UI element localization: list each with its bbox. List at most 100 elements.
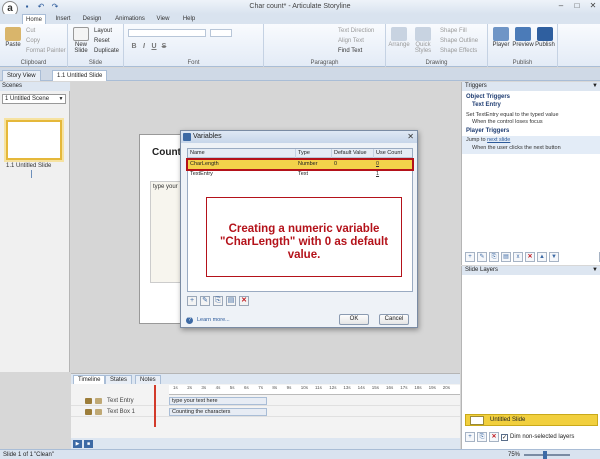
font-group-label: Font xyxy=(187,60,200,66)
player-triggers-heading: Player Triggers xyxy=(466,128,510,134)
trigger-target-link[interactable]: next slide xyxy=(487,137,510,143)
delete-layer-icon[interactable]: ✕ xyxy=(489,432,499,442)
trigger-condition: When the control loses focus xyxy=(472,119,543,125)
slide-thumbnail[interactable] xyxy=(6,120,62,160)
copy-button[interactable]: Copy xyxy=(26,38,40,44)
reset-button[interactable]: Reset xyxy=(94,38,110,44)
scene-select[interactable]: 1 Untitled Scene ▼ xyxy=(2,94,66,104)
tab-help[interactable]: Help xyxy=(180,14,198,24)
paste-trigger-icon[interactable]: ▤ xyxy=(501,252,511,262)
publish-button[interactable]: Publish xyxy=(534,27,556,48)
lock-icon[interactable] xyxy=(95,409,102,415)
ok-button[interactable]: OK xyxy=(339,314,369,325)
delete-variable-icon[interactable]: ✕ xyxy=(239,296,249,306)
maximize-button[interactable]: □ xyxy=(572,1,582,11)
text-direction-button[interactable]: Text Direction xyxy=(338,28,374,34)
font-group: B I U S Font xyxy=(124,24,264,67)
eye-icon[interactable] xyxy=(85,409,92,415)
timeline-ruler[interactable]: 1s 2s 3s 4s 5s 6s 7s 8s 9s 10s 11s 12s 13s 14s 15s 16s 1… xyxy=(169,385,460,395)
trigger-item[interactable]: Jump to next slide xyxy=(466,137,510,143)
column-use-count[interactable]: Use Count xyxy=(374,149,412,158)
tab-insert[interactable]: Insert xyxy=(52,14,74,24)
panel-menu-icon[interactable]: ▼ xyxy=(592,266,598,275)
strikethrough-button[interactable]: S xyxy=(160,43,168,51)
tab-states[interactable]: States xyxy=(105,375,133,384)
edit-variable-icon[interactable]: ✎ xyxy=(200,296,210,306)
column-type[interactable]: Type xyxy=(296,149,332,158)
move-down-icon[interactable]: ▼ xyxy=(549,252,559,262)
paste-button[interactable]: Paste xyxy=(2,27,24,48)
player-button[interactable]: Player xyxy=(490,27,512,48)
edit-trigger-icon[interactable]: ✎ xyxy=(477,252,487,262)
underline-button[interactable]: U xyxy=(150,43,158,51)
base-layer-label: Untitled Slide xyxy=(490,417,526,423)
table-row[interactable]: TextEntry Text 1 xyxy=(188,170,412,179)
preview-button[interactable]: Preview xyxy=(512,27,534,48)
tab-untitled-slide[interactable]: 1.1 Untitled Slide xyxy=(52,70,108,81)
timeline-row[interactable]: Text Box 1 Counting the characters xyxy=(71,407,460,417)
cancel-button[interactable]: Cancel xyxy=(379,314,409,325)
find-text-button[interactable]: Find Text xyxy=(338,48,362,54)
stop-icon[interactable]: ■ xyxy=(84,440,93,448)
table-row[interactable]: CharLength Number 0 0 xyxy=(186,158,414,171)
copy-variable-icon[interactable]: ⎘ xyxy=(213,296,223,306)
duplicate-layer-icon[interactable]: ⎘ xyxy=(477,432,487,442)
paste-variable-icon[interactable]: ▤ xyxy=(226,296,236,306)
column-default-value[interactable]: Default Value xyxy=(332,149,374,158)
font-size-select[interactable] xyxy=(210,29,232,37)
tab-view[interactable]: View xyxy=(154,14,172,24)
italic-button[interactable]: I xyxy=(140,43,148,51)
new-layer-icon[interactable]: + xyxy=(465,432,475,442)
timeline-panel: Timeline States Notes 1s 2s 3s 4s 5s 6s 7s 8s 9s… xyxy=(71,373,460,450)
timeline-tick: 14s xyxy=(357,385,365,390)
layout-button[interactable]: Layout xyxy=(94,28,112,34)
tab-story-view[interactable]: Story View xyxy=(2,70,41,81)
play-icon[interactable]: ▶ xyxy=(73,440,82,448)
timeline-bar[interactable]: type your text here xyxy=(169,397,267,405)
tab-animations[interactable]: Animations xyxy=(112,14,148,24)
tab-home[interactable]: Home xyxy=(22,14,46,24)
timeline-playhead[interactable] xyxy=(154,385,156,427)
tab-design[interactable]: Design xyxy=(80,14,104,24)
dim-layers-checkbox[interactable]: ✓ xyxy=(501,433,508,441)
tab-timeline[interactable]: Timeline xyxy=(73,375,106,384)
new-trigger-icon[interactable]: + xyxy=(465,252,475,262)
copy-trigger-icon[interactable]: ⎘ xyxy=(489,252,499,262)
variable-use-count[interactable]: 0 xyxy=(374,160,379,169)
align-text-button[interactable]: Align Text xyxy=(338,38,364,44)
tab-notes[interactable]: Notes xyxy=(135,375,161,384)
shape-fill-button[interactable]: Shape Fill xyxy=(440,28,467,34)
new-slide-button[interactable]: New Slide xyxy=(70,27,92,54)
format-painter-button[interactable]: Format Painter xyxy=(26,48,66,54)
shape-effects-button[interactable]: Shape Effects xyxy=(440,48,477,54)
quick-styles-button[interactable]: Quick Styles xyxy=(412,27,434,54)
delete-trigger-icon[interactable]: ✕ xyxy=(525,252,535,262)
zoom-slider-thumb[interactable] xyxy=(543,451,547,459)
variables-icon xyxy=(183,133,191,141)
close-icon[interactable]: ✕ xyxy=(407,131,414,143)
lock-icon[interactable] xyxy=(95,398,102,404)
base-layer[interactable]: Untitled Slide xyxy=(465,414,598,426)
variable-use-count[interactable]: 1 xyxy=(374,170,379,179)
minimize-button[interactable]: – xyxy=(556,1,566,11)
annotation-callout: Creating a numeric variable "CharLength"… xyxy=(206,197,402,277)
variables-button-icon[interactable]: x xyxy=(513,252,523,262)
text-entry-object[interactable]: Text Entry xyxy=(472,102,501,108)
eye-icon[interactable] xyxy=(85,398,92,404)
close-window-button[interactable]: ✕ xyxy=(588,1,598,11)
shape-outline-button[interactable]: Shape Outline xyxy=(440,38,478,44)
add-variable-icon[interactable]: + xyxy=(187,296,197,306)
timeline-row[interactable]: Text Entry type your text here xyxy=(71,396,460,406)
move-up-icon[interactable]: ▲ xyxy=(537,252,547,262)
duplicate-button[interactable]: Duplicate xyxy=(94,48,119,54)
cut-button[interactable]: Cut xyxy=(26,28,35,34)
panel-menu-icon[interactable]: ▼ xyxy=(592,82,598,91)
timeline-bar[interactable]: Counting the characters xyxy=(169,408,267,416)
column-name[interactable]: Name xyxy=(188,149,296,158)
learn-more-link[interactable]: Learn more... xyxy=(197,317,230,323)
trigger-item[interactable]: Set TextEntry equal to the typed value xyxy=(466,112,559,118)
font-family-select[interactable] xyxy=(128,29,206,37)
arrange-button[interactable]: Arrange xyxy=(388,27,410,48)
zoom-slider[interactable] xyxy=(524,454,570,456)
bold-button[interactable]: B xyxy=(130,43,138,51)
